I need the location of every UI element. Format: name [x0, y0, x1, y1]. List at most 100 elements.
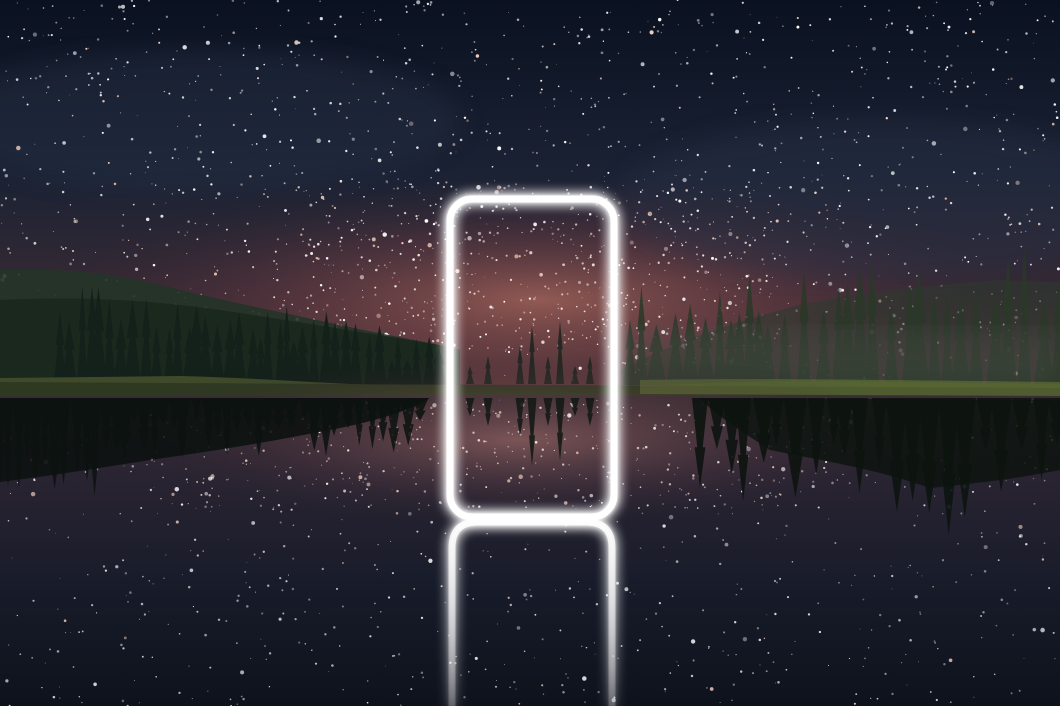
star: [486, 223, 488, 225]
star: [698, 96, 701, 99]
star: [1053, 103, 1057, 106]
star: [416, 217, 418, 220]
star: [173, 148, 177, 151]
star: [696, 209, 700, 212]
star: [997, 168, 1000, 170]
star: [663, 688, 667, 691]
star: [525, 413, 528, 416]
star: [571, 338, 574, 341]
star: [416, 0, 421, 5]
star: [867, 135, 870, 138]
star: [261, 174, 263, 177]
star: [16, 145, 21, 151]
star: [343, 308, 346, 310]
star: [539, 125, 542, 127]
star: [636, 446, 640, 450]
star: [655, 236, 657, 238]
star: [374, 20, 377, 22]
star: [497, 225, 499, 227]
star: [828, 281, 833, 286]
star: [327, 221, 330, 224]
star: [973, 696, 975, 698]
star: [564, 530, 567, 533]
star: [89, 72, 91, 74]
star: [423, 86, 425, 88]
star: [847, 118, 849, 120]
star: [1043, 138, 1046, 140]
star: [372, 188, 375, 190]
star: [307, 21, 310, 25]
star: [662, 313, 664, 315]
star: [456, 215, 458, 217]
star: [407, 511, 412, 516]
star: [924, 15, 927, 17]
star: [292, 438, 295, 440]
star: [7, 184, 9, 186]
star: [178, 189, 181, 192]
star: [790, 113, 792, 115]
star: [122, 239, 124, 241]
star: [803, 160, 805, 162]
star: [1010, 692, 1013, 695]
star: [867, 647, 870, 649]
star: [620, 291, 623, 294]
star: [865, 474, 868, 477]
star: [367, 505, 370, 508]
star: [301, 451, 305, 454]
star: [123, 66, 125, 68]
star: [647, 320, 650, 323]
star: [460, 447, 462, 449]
star: [688, 441, 691, 444]
star: [132, 4, 136, 8]
star: [246, 222, 249, 225]
star: [935, 1, 938, 4]
star: [832, 105, 835, 107]
star: [666, 285, 669, 288]
star: [523, 448, 525, 450]
star: [842, 221, 845, 224]
star: [358, 475, 363, 480]
star: [415, 483, 417, 485]
star: [692, 48, 696, 52]
star: [548, 335, 551, 338]
star: [923, 504, 926, 507]
star: [996, 532, 998, 534]
star: [465, 450, 468, 453]
star: [149, 151, 152, 154]
star: [785, 263, 787, 266]
star: [197, 157, 201, 161]
star: [484, 668, 487, 671]
star: [540, 61, 542, 63]
star: [530, 475, 533, 478]
star: [622, 184, 624, 187]
star: [422, 676, 425, 679]
star: [39, 75, 42, 78]
star: [722, 424, 725, 427]
star: [467, 236, 472, 241]
star: [484, 333, 488, 336]
star: [44, 662, 46, 664]
star: [674, 230, 677, 233]
star: [152, 583, 154, 585]
star: [578, 290, 581, 293]
star: [375, 268, 378, 272]
star: [557, 85, 560, 88]
star: [1018, 535, 1022, 538]
star: [955, 581, 958, 584]
star: [391, 198, 393, 200]
star: [48, 528, 51, 531]
star: [926, 185, 928, 188]
star: [502, 97, 504, 99]
star: [64, 247, 67, 249]
star: [870, 697, 872, 699]
star: [399, 331, 403, 334]
star: [736, 284, 739, 286]
star: [444, 601, 446, 604]
star: [784, 256, 786, 258]
star: [276, 238, 279, 241]
star: [784, 534, 786, 536]
star: [725, 289, 728, 292]
star: [399, 252, 402, 255]
star: [377, 246, 380, 248]
star: [60, 27, 62, 29]
